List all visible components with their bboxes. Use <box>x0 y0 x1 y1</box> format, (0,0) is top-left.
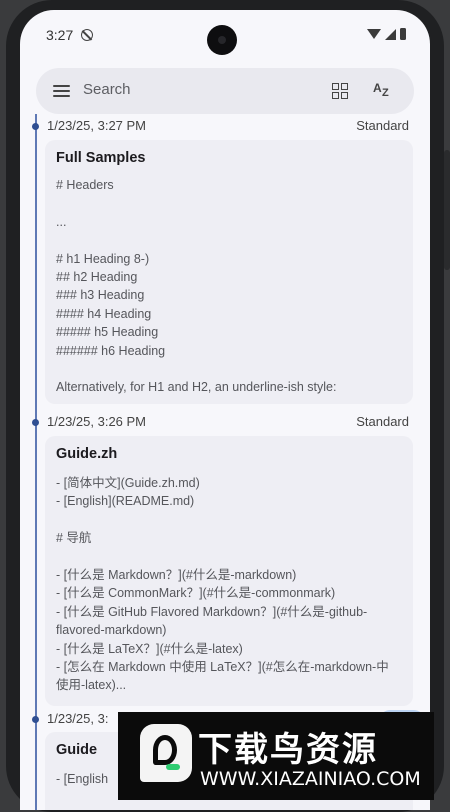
watermark-url: WWW.XIAZAINIAO.COM <box>200 768 421 790</box>
note-title: Guide.zh <box>56 446 118 462</box>
note-body: # Headers ... # h1 Heading 8-) ## h2 Hea… <box>56 178 337 404</box>
app-screen: 3:27 Search AZ 1/23/25, 3:27 PM Standard… <box>20 10 430 810</box>
note-header: 1/23/25, 3:27 PM Standard <box>47 118 409 138</box>
note-header: 1/23/25, 3:26 PM Standard <box>47 414 409 434</box>
signal-icon <box>385 28 396 40</box>
timeline-dot <box>32 419 39 426</box>
status-bar: 3:27 <box>20 10 430 60</box>
note-title: Full Samples <box>56 150 146 166</box>
timeline-dot <box>32 123 39 130</box>
watermark-banner: 下载鸟资源 WWW.XIAZAINIAO.COM <box>118 712 434 800</box>
search-input[interactable]: Search <box>83 81 131 98</box>
phone-side-button <box>444 150 450 270</box>
note-date: 1/23/25, 3:27 PM <box>47 118 147 133</box>
watermark-title: 下载鸟资源 <box>198 730 378 770</box>
note-date: 1/23/25, 3: <box>47 711 109 726</box>
timeline-line <box>35 114 37 810</box>
status-icons <box>367 28 406 40</box>
timeline-dot <box>32 716 39 723</box>
do-not-disturb-icon <box>81 29 93 41</box>
battery-icon <box>400 28 406 40</box>
note-date: 1/23/25, 3:26 PM <box>47 414 147 429</box>
sort-az-icon[interactable]: AZ <box>373 80 395 102</box>
grid-view-icon[interactable] <box>332 83 349 100</box>
wifi-icon <box>367 29 381 39</box>
note-type: Standard <box>356 118 409 133</box>
note-type: Standard <box>356 414 409 429</box>
bird-logo-icon <box>140 724 192 782</box>
note-card[interactable]: Guide.zh - [简体中文](Guide.zh.md) - [Englis… <box>45 436 413 706</box>
status-time: 3:27 <box>46 27 74 43</box>
note-body: - [简体中文](Guide.zh.md) - [English](README… <box>56 476 389 693</box>
note-title: Guide <box>56 742 98 758</box>
note-card[interactable]: Full Samples # Headers ... # h1 Heading … <box>45 140 413 404</box>
search-bar[interactable]: Search AZ <box>36 68 414 114</box>
menu-icon[interactable] <box>53 85 70 97</box>
camera-cutout <box>207 25 237 55</box>
